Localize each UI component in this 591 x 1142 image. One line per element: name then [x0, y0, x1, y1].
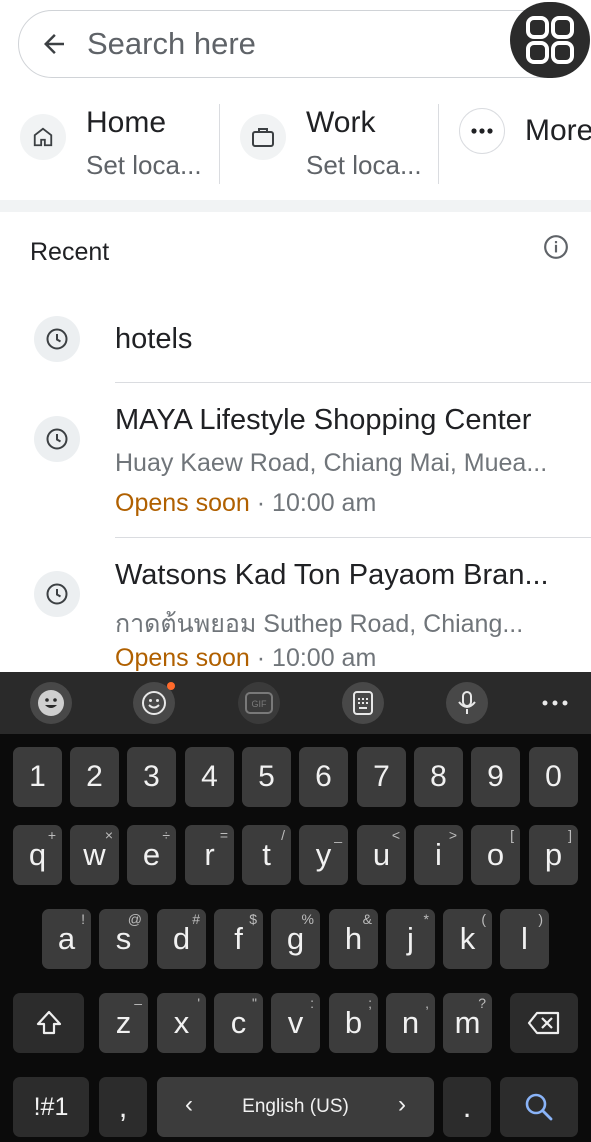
key[interactable]: k(: [443, 909, 492, 969]
shortcut-subtitle: Set loca...: [306, 150, 422, 180]
backspace-key[interactable]: [510, 993, 578, 1053]
key[interactable]: r =: [185, 825, 234, 885]
shortcut-subtitle: Set loca...: [86, 150, 202, 180]
grid-icon: [526, 16, 574, 64]
shortcut-title: Work: [306, 106, 376, 139]
maps-search-panel: Home Set loca... Work Set loca... More R…: [0, 0, 591, 672]
recent-item-name: Watsons Kad Ton Payaom Bran...: [115, 559, 549, 591]
key[interactable]: g%: [271, 909, 320, 969]
recent-item-hours: Opens soon · 10:00 am: [115, 644, 376, 672]
status-text: Opens soon: [115, 644, 250, 672]
key[interactable]: h &: [329, 909, 378, 969]
key[interactable]: v:: [271, 993, 320, 1053]
key[interactable]: 4: [185, 747, 234, 807]
key[interactable]: e ÷: [127, 825, 176, 885]
info-icon[interactable]: [543, 234, 569, 260]
shortcut-title: Home: [86, 106, 167, 139]
search-input[interactable]: [87, 21, 507, 67]
shortcut-title: More: [525, 114, 591, 147]
search-bar[interactable]: [18, 10, 578, 78]
comma-key[interactable]: ,: [99, 1077, 147, 1137]
key[interactable]: x ': [157, 993, 206, 1053]
history-clock-icon: [34, 416, 80, 462]
key[interactable]: t /: [242, 825, 291, 885]
briefcase-icon: [240, 114, 286, 160]
key[interactable]: u <: [357, 825, 406, 885]
chevron-left-icon: ‹: [185, 1091, 193, 1118]
key[interactable]: 5: [242, 747, 291, 807]
shortcut-more[interactable]: More: [459, 92, 591, 192]
key[interactable]: a!: [42, 909, 91, 969]
history-clock-icon: [34, 316, 80, 362]
chevron-right-icon: ›: [398, 1091, 406, 1118]
key[interactable]: 3: [127, 747, 176, 807]
key[interactable]: 8: [414, 747, 463, 807]
recent-item-name: MAYA Lifestyle Shopping Center: [115, 404, 532, 436]
recent-item[interactable]: Watsons Kad Ton Payaom Bran... กาดต้นพยอ…: [0, 538, 591, 672]
recent-item[interactable]: MAYA Lifestyle Shopping Center Huay Kaew…: [0, 383, 591, 533]
more-options-icon[interactable]: [540, 692, 570, 714]
recent-heading: Recent: [30, 238, 110, 266]
back-arrow-icon[interactable]: [39, 29, 69, 59]
recent-item-address: Huay Kaew Road, Chiang Mai, Muea...: [115, 449, 548, 477]
spacebar-language: English (US): [242, 1096, 349, 1117]
key[interactable]: 0: [529, 747, 578, 807]
shift-arrow-icon: [36, 1010, 61, 1035]
svg-text:GIF: GIF: [252, 699, 268, 709]
key[interactable]: o[: [471, 825, 520, 885]
key[interactable]: j *: [386, 909, 435, 969]
key[interactable]: m?: [443, 993, 492, 1053]
shortcut-home[interactable]: Home Set loca...: [20, 92, 210, 192]
key[interactable]: c ": [214, 993, 263, 1053]
key[interactable]: i >: [414, 825, 463, 885]
open-time: · 10:00 am: [249, 489, 377, 517]
spacebar[interactable]: ‹ English (US) ›: [157, 1077, 434, 1137]
shortcut-work[interactable]: Work Set loca...: [240, 92, 430, 192]
recent-item-name: hotels: [115, 323, 193, 355]
sticker-smiley-icon[interactable]: [133, 682, 175, 724]
notification-dot: [167, 682, 175, 690]
divider: [219, 104, 220, 184]
open-time: · 10:00 am: [249, 644, 377, 672]
apps-grid-button[interactable]: [510, 2, 590, 78]
gif-icon[interactable]: GIF: [238, 682, 280, 724]
section-divider: [0, 200, 591, 212]
saved-places-row: Home Set loca... Work Set loca... More: [0, 92, 591, 192]
period-key[interactable]: .: [443, 1077, 491, 1137]
key[interactable]: s @: [99, 909, 148, 969]
status-text: Opens soon: [115, 489, 250, 517]
key[interactable]: d #: [157, 909, 206, 969]
key[interactable]: y _: [299, 825, 348, 885]
backspace-icon: [527, 1011, 560, 1035]
key[interactable]: f $: [214, 909, 263, 969]
search-icon: [525, 1093, 553, 1121]
recent-item-hours: Opens soon · 10:00 am: [115, 489, 376, 518]
key[interactable]: n,: [386, 993, 435, 1053]
on-screen-keyboard: GIF 1 2 3 4 5 6 7 8 9 0 q + w × e ÷ r = t / y…: [0, 672, 591, 1142]
symbols-key[interactable]: !#1: [13, 1077, 89, 1137]
key[interactable]: 7: [357, 747, 406, 807]
key[interactable]: w ×: [70, 825, 119, 885]
more-horizontal-icon: [459, 108, 505, 154]
home-icon: [20, 114, 66, 160]
key[interactable]: z –: [99, 993, 148, 1053]
key[interactable]: 9: [471, 747, 520, 807]
microphone-icon[interactable]: [446, 682, 488, 724]
key[interactable]: b;: [329, 993, 378, 1053]
key[interactable]: 1: [13, 747, 62, 807]
key[interactable]: p]: [529, 825, 578, 885]
history-clock-icon: [34, 571, 80, 617]
key[interactable]: 2: [70, 747, 119, 807]
key[interactable]: 6: [299, 747, 348, 807]
key[interactable]: l): [500, 909, 549, 969]
key[interactable]: q +: [13, 825, 62, 885]
clipboard-icon[interactable]: [342, 682, 384, 724]
recent-item-address: กาดต้นพยอม Suthep Road, Chiang...: [115, 610, 524, 638]
shift-key[interactable]: [13, 993, 84, 1053]
search-key[interactable]: [500, 1077, 578, 1137]
emoji-face-icon[interactable]: [30, 682, 72, 724]
keyboard-toolbar: GIF: [0, 672, 591, 734]
divider: [438, 104, 439, 184]
recent-item[interactable]: hotels: [0, 300, 591, 382]
